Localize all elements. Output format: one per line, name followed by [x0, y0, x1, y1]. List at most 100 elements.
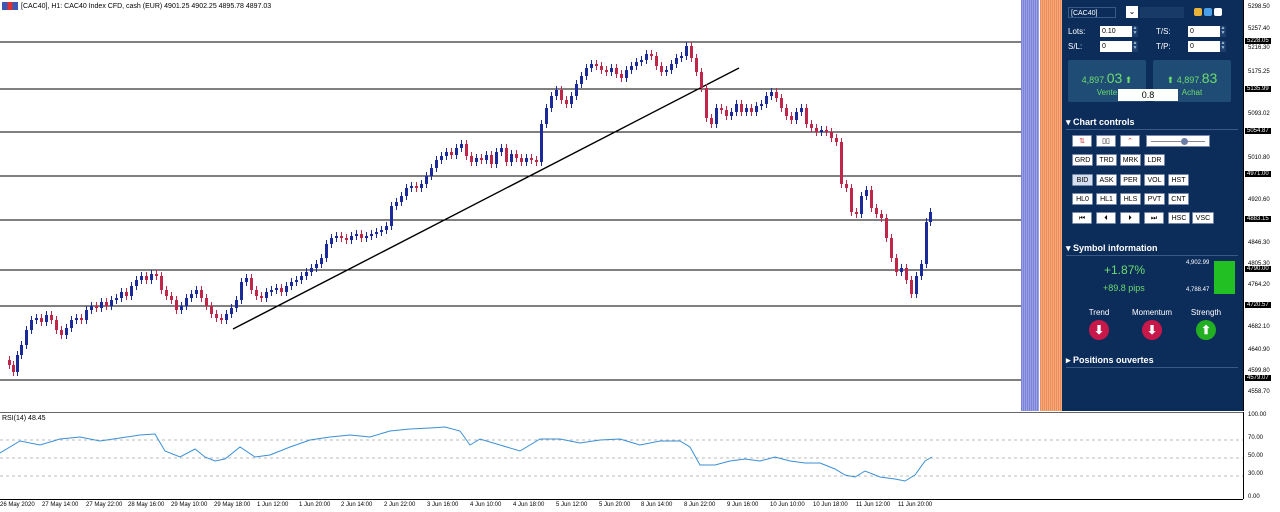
bull-candle	[350, 236, 353, 240]
line-button[interactable]: ⌃	[1120, 135, 1140, 147]
rsi-title: RSI(14) 48.45	[2, 415, 46, 422]
bull-candle	[900, 268, 903, 272]
strength-label: Strength	[1190, 308, 1222, 317]
settings-icon[interactable]	[1204, 8, 1212, 16]
bear-candle	[530, 158, 533, 160]
grd-button[interactable]: GRD	[1072, 154, 1093, 166]
cnt-button[interactable]: CNT	[1168, 193, 1189, 205]
bear-candle	[690, 46, 693, 58]
first-bar-button[interactable]: ⏮	[1072, 212, 1092, 224]
price-tick-label: 5010.80	[1248, 155, 1270, 161]
ts-stepper[interactable]: ▲ ▼	[1220, 26, 1226, 37]
candles-button[interactable]: ▯▯	[1096, 135, 1116, 147]
hst-button[interactable]: HST	[1168, 174, 1189, 186]
ldr-button[interactable]: LDR	[1144, 154, 1165, 166]
chart-title-text: [CAC40], H1: CAC40 Index CFD, cash (EUR)…	[21, 2, 272, 10]
bull-candle	[45, 315, 48, 322]
bear-candle	[480, 158, 483, 160]
prev-bar-button[interactable]: ⏴	[1096, 212, 1116, 224]
buy-price: ⬆ 4,897.83	[1153, 70, 1231, 86]
bear-candle	[650, 54, 653, 56]
vol-button[interactable]: VOL	[1144, 174, 1165, 186]
last-bar-button[interactable]: ⏭	[1144, 212, 1164, 224]
bull-candle	[915, 276, 918, 294]
momentum-label: Momentum	[1131, 308, 1172, 317]
bull-candle	[460, 144, 463, 148]
collapse-triangle-icon: ▾	[1066, 117, 1071, 127]
bear-candle	[165, 290, 168, 296]
trd-button[interactable]: TRD	[1096, 154, 1117, 166]
bear-candle	[8, 360, 11, 365]
bull-candle	[265, 292, 268, 298]
lots-input[interactable]: 0.10	[1100, 26, 1132, 37]
bull-candle	[320, 258, 323, 264]
bull-candle	[435, 160, 438, 168]
sl-input[interactable]: 0	[1100, 41, 1132, 52]
bull-candle	[580, 76, 583, 84]
symbol-dropdown-button[interactable]: ⌄	[1126, 6, 1138, 18]
ask-button[interactable]: ASK	[1096, 174, 1117, 186]
bull-candle	[440, 156, 443, 160]
bull-candle	[430, 168, 433, 176]
bull-candle	[685, 46, 688, 56]
window-icon[interactable]	[1214, 8, 1222, 16]
bear-candle	[775, 92, 778, 98]
hls-button[interactable]: HLS	[1120, 193, 1141, 205]
bull-candle	[85, 310, 88, 320]
ts-input[interactable]: 0	[1188, 26, 1220, 37]
ts-label: T/S:	[1156, 27, 1171, 36]
trend-down-arrow-icon: ⬇	[1089, 320, 1109, 340]
price-tick-label: 5175.25	[1248, 69, 1270, 75]
mrk-button[interactable]: MRK	[1120, 154, 1141, 166]
trade-panel: [CAC40] ⌄ Lots: 0.10 ▲ ▼ T/S: 0 ▲ ▼ S/L: 0…	[1062, 0, 1243, 411]
bull-candle	[130, 286, 133, 296]
per-button[interactable]: PER	[1120, 174, 1141, 186]
bear-candle	[95, 306, 98, 308]
bear-candle	[790, 116, 793, 120]
positions-header[interactable]: ▸ Positions ouvertes	[1066, 353, 1238, 368]
tp-input[interactable]: 0	[1188, 41, 1220, 52]
rsi-panel[interactable]: RSI(14) 48.45	[0, 412, 1243, 500]
zoom-slider[interactable]	[1146, 135, 1210, 147]
chart-style-button[interactable]: ⇅	[1072, 135, 1092, 147]
vsc-button[interactable]: VSC	[1192, 212, 1214, 224]
hl0-button[interactable]: HL0	[1072, 193, 1093, 205]
price-tick-label: 5093.02	[1248, 111, 1270, 117]
bear-candle	[415, 186, 418, 188]
slider-thumb[interactable]	[1181, 138, 1188, 145]
time-tick-label: 29 May 18:00	[214, 502, 251, 508]
gold-icon[interactable]	[1194, 8, 1202, 16]
symbol-field[interactable]: [CAC40]	[1068, 6, 1116, 18]
price-tick-label: 5257.40	[1248, 26, 1270, 32]
bear-candle	[740, 104, 743, 112]
tp-stepper[interactable]: ▲ ▼	[1220, 41, 1226, 52]
pvt-button[interactable]: PVT	[1144, 193, 1165, 205]
lots-stepper[interactable]: ▲ ▼	[1132, 26, 1138, 37]
level-price-tag: 5135.99	[1245, 86, 1271, 92]
symbol-info-header[interactable]: ▾ Symbol information	[1066, 241, 1238, 256]
price-tick-label: 4920.60	[1248, 197, 1270, 203]
symbol-search-field[interactable]	[1140, 6, 1184, 18]
bear-candle	[40, 318, 43, 322]
bear-candle	[50, 315, 53, 320]
bid-button[interactable]: BID	[1072, 174, 1093, 186]
bear-candle	[12, 365, 15, 372]
bear-candle	[750, 108, 753, 112]
bear-candle	[255, 290, 258, 296]
bear-candle	[710, 118, 713, 124]
bear-candle	[280, 288, 283, 292]
chart-controls-header[interactable]: ▾ Chart controls	[1066, 115, 1238, 130]
price-chart[interactable]: [CAC40], H1: CAC40 Index CFD, cash (EUR)…	[0, 0, 1243, 411]
bear-candle	[875, 208, 878, 214]
sl-stepper[interactable]: ▲ ▼	[1132, 41, 1138, 52]
hsc-button[interactable]: HSC	[1168, 212, 1190, 224]
strength-up-arrow-icon: ⬆	[1196, 320, 1216, 340]
bear-candle	[515, 154, 518, 158]
bull-candle	[475, 158, 478, 162]
next-bar-button[interactable]: ⏵	[1120, 212, 1140, 224]
day-high: 4,902.99	[1186, 260, 1210, 266]
bull-candle	[610, 68, 613, 72]
hl1-button[interactable]: HL1	[1096, 193, 1117, 205]
orange-indicator-band	[1040, 0, 1062, 411]
chart-controls-label: Chart controls	[1073, 117, 1135, 127]
